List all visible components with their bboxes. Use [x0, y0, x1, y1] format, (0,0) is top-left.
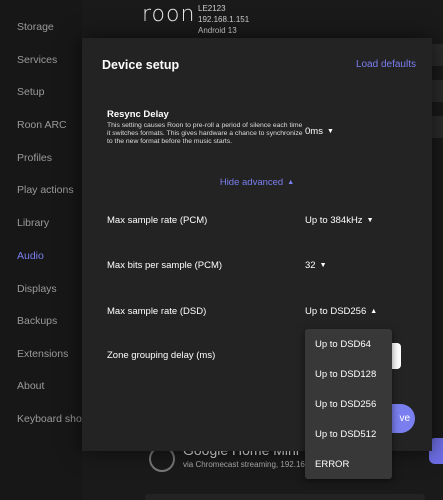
- caret-down-icon: ▼: [366, 217, 374, 224]
- load-defaults-link[interactable]: Load defaults: [356, 59, 416, 70]
- sidebar-item-storage[interactable]: Storage: [17, 21, 54, 33]
- caret-down-icon: ▼: [326, 128, 334, 135]
- dropdown-option[interactable]: Up to DSD64: [315, 339, 371, 350]
- resync-delay-value: 0ms: [305, 126, 323, 137]
- sidebar-item-audio[interactable]: Audio: [17, 250, 44, 262]
- dsd-sample-rate-value: Up to DSD256: [305, 306, 367, 317]
- zone-grouping-delay-input[interactable]: [392, 343, 401, 369]
- sidebar-item-play-actions[interactable]: Play actions: [17, 184, 74, 196]
- hide-advanced-label: Hide advanced: [219, 177, 284, 188]
- dropdown-option[interactable]: Up to DSD512: [315, 429, 376, 440]
- settings-sidebar: Storage Services Setup Roon ARC Profiles…: [0, 0, 93, 500]
- sidebar-item-displays[interactable]: Displays: [17, 283, 57, 295]
- resync-delay-description: This setting causes Roon to pre-roll a p…: [107, 122, 303, 145]
- caret-up-icon: ▲: [370, 308, 378, 315]
- zone-grouping-delay-label: Zone grouping delay (ms): [107, 350, 216, 361]
- dsd-rate-dropdown: Up to DSD64 Up to DSD128 Up to DSD256 Up…: [305, 329, 392, 479]
- sidebar-item-roon-arc[interactable]: Roon ARC: [17, 119, 67, 131]
- sidebar-item-about[interactable]: About: [17, 380, 44, 392]
- background-device-via: via Chromecast streaming, 192.168.1.: [183, 460, 319, 469]
- dropdown-option[interactable]: ERROR: [315, 459, 349, 470]
- pcm-bits-select[interactable]: 32 ▼: [305, 260, 327, 271]
- resync-delay-label: Resync Delay: [107, 109, 169, 120]
- sidebar-item-backups[interactable]: Backups: [17, 315, 57, 327]
- sidebar-item-profiles[interactable]: Profiles: [17, 152, 52, 164]
- pcm-sample-rate-label: Max sample rate (PCM): [107, 215, 208, 226]
- dropdown-option[interactable]: Up to DSD128: [315, 369, 376, 380]
- roon-logo: roon: [142, 2, 196, 27]
- background-row-edge: [145, 494, 425, 500]
- device-ip: 192.168.1.151: [198, 15, 250, 24]
- dsd-sample-rate-label: Max sample rate (DSD): [107, 306, 207, 317]
- pcm-sample-rate-select[interactable]: Up to 384kHz ▼: [305, 215, 374, 226]
- caret-up-icon: ▲: [287, 179, 295, 186]
- pcm-sample-rate-value: Up to 384kHz: [305, 215, 363, 226]
- resync-delay-select[interactable]: 0ms ▼: [305, 126, 334, 137]
- device-model: LE2123: [198, 4, 226, 13]
- hide-advanced-toggle[interactable]: Hide advanced ▲: [82, 177, 432, 188]
- sidebar-item-setup[interactable]: Setup: [17, 86, 44, 98]
- caret-down-icon: ▼: [319, 262, 327, 269]
- sidebar-item-services[interactable]: Services: [17, 54, 57, 66]
- sidebar-item-library[interactable]: Library: [17, 217, 49, 229]
- dialog-title: Device setup: [102, 58, 180, 72]
- sidebar-item-extensions[interactable]: Extensions: [17, 348, 68, 360]
- device-info: LE2123 192.168.1.151 Android 13: [198, 3, 249, 36]
- pcm-bits-value: 32: [305, 260, 316, 271]
- dsd-sample-rate-select[interactable]: Up to DSD256 ▲: [305, 306, 377, 317]
- dropdown-option[interactable]: Up to DSD256: [315, 399, 376, 410]
- device-os: Android 13: [198, 26, 237, 35]
- pcm-bits-label: Max bits per sample (PCM): [107, 260, 223, 271]
